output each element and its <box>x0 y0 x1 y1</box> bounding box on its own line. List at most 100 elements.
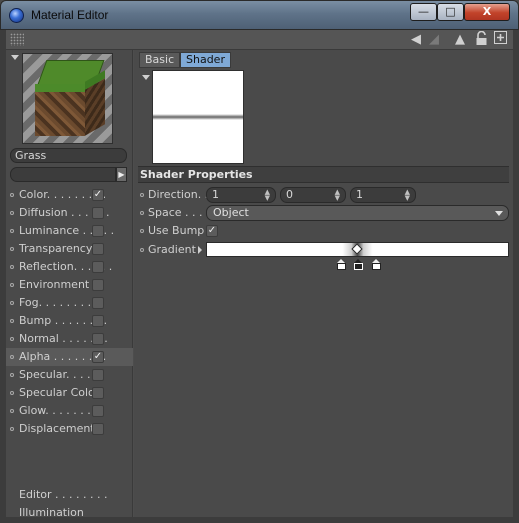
material-preview[interactable] <box>22 53 113 144</box>
expand-arrow-button[interactable]: ▶ <box>116 167 127 182</box>
channel-checkbox[interactable] <box>92 243 104 255</box>
window-title: Material Editor <box>31 8 109 22</box>
channel-label: Environment <box>19 278 90 291</box>
new-window-icon[interactable] <box>492 31 508 48</box>
channel-item[interactable]: Fog. . . . . . . . . . <box>6 294 133 312</box>
channel-dot-icon <box>10 319 14 323</box>
preview-menu-arrow-icon[interactable] <box>11 55 19 60</box>
minimize-button[interactable]: — <box>410 3 437 21</box>
keyframe-dot-icon[interactable] <box>140 248 144 252</box>
settings-item[interactable]: Illumination <box>6 504 133 522</box>
channel-label: Specular Color <box>19 386 100 399</box>
channel-checkbox[interactable] <box>92 297 104 309</box>
gradient-bias-handle[interactable] <box>351 243 363 255</box>
channel-item[interactable]: Specular. . . . . . <box>6 366 133 384</box>
space-label: Space . . . . <box>148 206 210 219</box>
channel-checkbox[interactable] <box>92 207 104 219</box>
tab-shader[interactable]: Shader <box>180 52 231 68</box>
up-arrow-icon[interactable]: ▲ <box>452 31 468 48</box>
channel-dot-icon <box>10 247 14 251</box>
app-icon <box>9 8 24 23</box>
channel-dot-icon <box>10 211 14 215</box>
channel-item[interactable]: Luminance . . . . . <box>6 222 133 240</box>
channel-checkbox[interactable] <box>92 387 104 399</box>
channel-item[interactable]: Alpha . . . . . . . . ✓ <box>6 348 133 366</box>
direction-z-value: 1 <box>356 188 363 201</box>
channel-item[interactable]: Reflection. . . . . . <box>6 258 133 276</box>
settings-item[interactable]: Editor . . . . . . . . <box>6 486 133 504</box>
properties-panel: Basic Shader Shader Properties Direction… <box>134 50 513 517</box>
channel-dot-icon <box>10 283 14 287</box>
channel-checkbox[interactable] <box>92 333 104 345</box>
gradient-expand-arrow-icon[interactable] <box>198 246 202 254</box>
channel-label: Displacement <box>19 422 95 435</box>
grip-icon[interactable] <box>10 33 24 46</box>
channel-checkbox[interactable] <box>92 315 104 327</box>
direction-x-value: 1 <box>212 188 219 201</box>
channel-checkbox[interactable] <box>92 279 104 291</box>
channel-checkbox[interactable]: ✓ <box>92 351 104 363</box>
toolbar: ◀ ◢ ▲ <box>6 30 513 50</box>
channel-item[interactable]: Displacement <box>6 420 133 438</box>
keyframe-dot-icon[interactable] <box>140 229 144 233</box>
gradient-row: Gradient <box>140 242 509 274</box>
close-button[interactable]: X <box>464 3 510 21</box>
channel-panel: Grass ▶ Color. . . . . . . . . ✓ Diffusion… <box>6 50 133 519</box>
shader-preview <box>152 70 244 164</box>
channel-dot-icon <box>10 337 14 341</box>
direction-z-field[interactable]: 1 ▲ ▼ <box>350 187 416 203</box>
direction-y-value: 0 <box>286 188 293 201</box>
gradient-knot-left[interactable] <box>337 259 346 270</box>
channel-item[interactable]: Environment <box>6 276 133 294</box>
spin-arrows-icon[interactable]: ▲ ▼ <box>335 189 340 202</box>
channel-dot-icon <box>10 391 14 395</box>
gradient-bar[interactable] <box>206 242 509 257</box>
channel-item[interactable]: Normal . . . . . . . <box>6 330 133 348</box>
maximize-button[interactable]: □ <box>437 3 464 21</box>
channel-checkbox[interactable] <box>92 405 104 417</box>
channel-dot-icon <box>10 373 14 377</box>
space-row: Space . . . . Object <box>140 205 509 222</box>
channel-checkbox[interactable]: ✓ <box>92 189 104 201</box>
channel-dot-icon <box>10 229 14 233</box>
channel-item[interactable]: Glow. . . . . . . . . <box>6 402 133 420</box>
channel-dot-icon <box>10 409 14 413</box>
chevron-down-icon <box>495 211 503 216</box>
spin-arrows-icon[interactable]: ▲ ▼ <box>405 189 410 202</box>
direction-row: Direction. . 1 ▲ ▼ 0 ▲ ▼ 1 ▲ ▼ <box>140 187 509 204</box>
channel-item[interactable]: Specular Color <box>6 384 133 402</box>
channel-item[interactable]: Diffusion . . . . . . <box>6 204 133 222</box>
channel-item[interactable]: Bump . . . . . . . . <box>6 312 133 330</box>
channel-checkbox[interactable] <box>92 423 104 435</box>
channel-item[interactable]: Color. . . . . . . . . ✓ <box>6 186 133 204</box>
use-bump-row: Use Bump ✓ <box>140 223 509 240</box>
shader-preview-band <box>153 114 243 120</box>
gradient-knot-middle[interactable] <box>354 259 363 270</box>
gradient-knot-right[interactable] <box>372 259 381 270</box>
channel-item[interactable]: Transparency <box>6 240 133 258</box>
channel-dot-icon <box>10 193 14 197</box>
material-name-input[interactable] <box>10 167 116 182</box>
lock-icon[interactable] <box>473 30 489 48</box>
channel-list: Color. . . . . . . . . ✓ Diffusion . . . .… <box>6 186 133 438</box>
forward-arrow-icon[interactable]: ◢ <box>426 31 442 48</box>
keyframe-dot-icon[interactable] <box>140 193 144 197</box>
channel-checkbox[interactable] <box>92 225 104 237</box>
cube-side-face <box>85 70 105 136</box>
back-arrow-icon[interactable]: ◀ <box>408 31 424 48</box>
channel-checkbox[interactable] <box>92 261 104 273</box>
shader-properties-header: Shader Properties <box>138 166 509 183</box>
spin-arrows-icon[interactable]: ▲ ▼ <box>265 189 270 202</box>
space-dropdown[interactable]: Object <box>206 205 509 221</box>
use-bump-label: Use Bump <box>148 224 205 237</box>
keyframe-dot-icon[interactable] <box>140 211 144 215</box>
direction-x-field[interactable]: 1 ▲ ▼ <box>206 187 276 203</box>
direction-y-field[interactable]: 0 ▲ ▼ <box>280 187 346 203</box>
extra-list: Editor . . . . . . . .IlluminationAssign… <box>6 486 133 523</box>
tab-basic[interactable]: Basic <box>139 52 181 68</box>
material-name-field[interactable]: Grass <box>10 148 127 163</box>
channel-dot-icon <box>10 301 14 305</box>
shader-preview-menu-arrow-icon[interactable] <box>142 75 150 80</box>
channel-checkbox[interactable] <box>92 369 104 381</box>
use-bump-checkbox[interactable]: ✓ <box>206 225 218 237</box>
